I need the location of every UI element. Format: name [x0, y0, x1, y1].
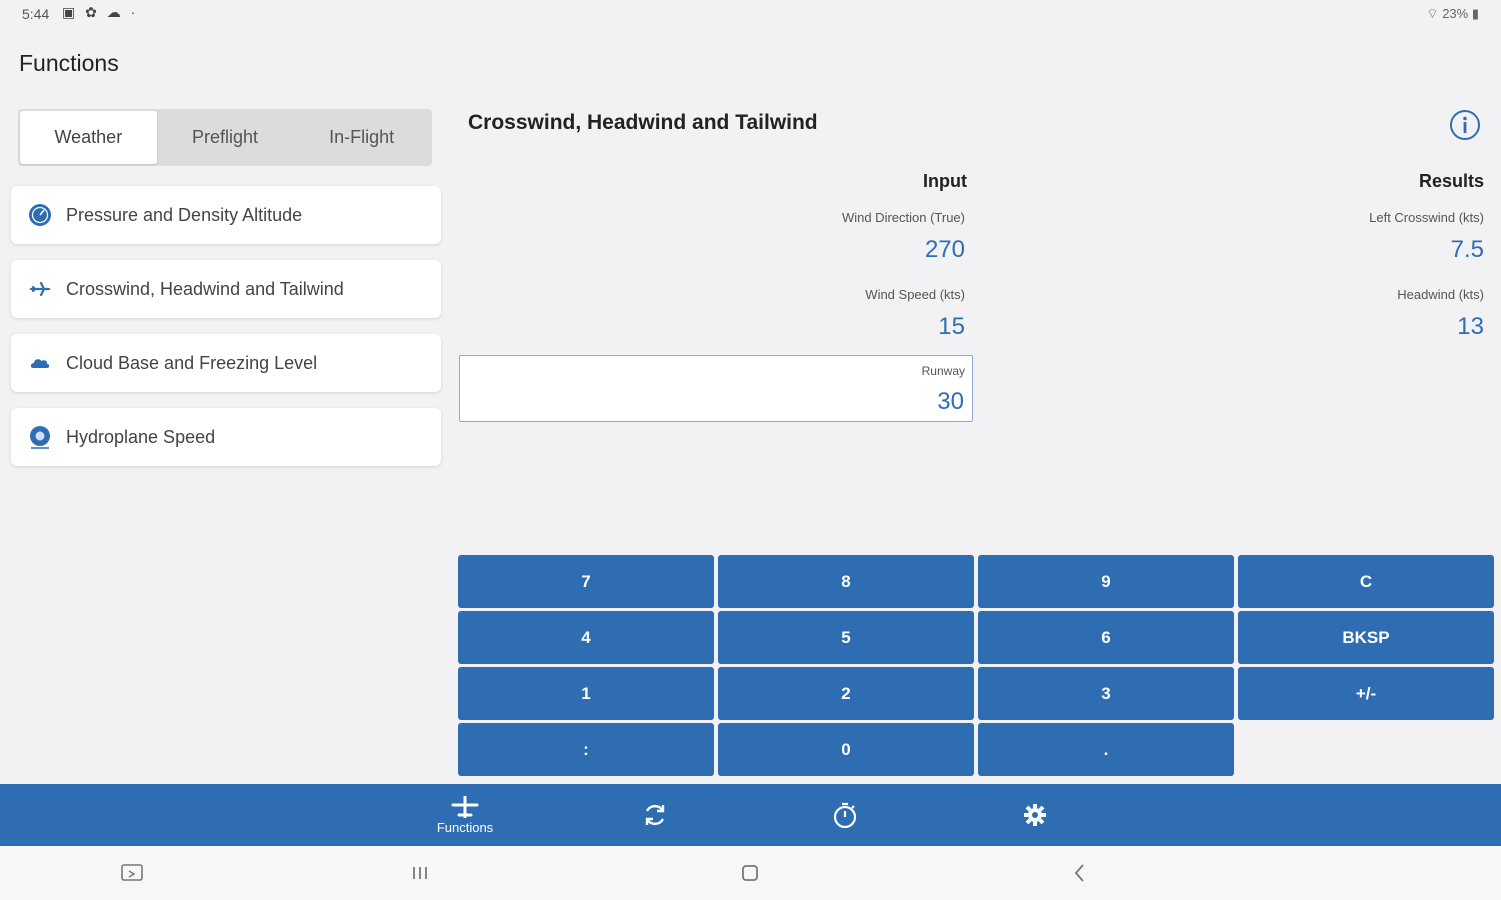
- dot-icon: ·: [130, 4, 139, 20]
- wifi-icon: ⌔: [1426, 6, 1439, 21]
- home-icon: [742, 865, 758, 881]
- key-decimal[interactable]: .: [978, 723, 1234, 776]
- wind-direction-value[interactable]: 270: [925, 236, 965, 264]
- key-2[interactable]: 2: [718, 667, 974, 720]
- nav-sync[interactable]: [615, 784, 695, 846]
- function-item-label: Crosswind, Headwind and Tailwind: [66, 278, 344, 299]
- runway-label: Runway: [921, 364, 965, 378]
- key-colon[interactable]: :: [458, 723, 714, 776]
- info-button[interactable]: [1449, 109, 1481, 141]
- nav-settings[interactable]: [995, 784, 1075, 846]
- key-4[interactable]: 4: [458, 611, 714, 664]
- gear-icon: ✿: [85, 4, 100, 20]
- key-5[interactable]: 5: [718, 611, 974, 664]
- airplane-icon: [27, 276, 53, 302]
- key-6[interactable]: 6: [978, 611, 1234, 664]
- key-7[interactable]: 7: [458, 555, 714, 608]
- back-button[interactable]: [1066, 860, 1094, 886]
- function-item-label: Pressure and Density Altitude: [66, 204, 303, 225]
- gauge-icon: [27, 202, 53, 228]
- wind-direction-label: Wind Direction (True): [841, 210, 965, 225]
- function-item-cloud-base[interactable]: Cloud Base and Freezing Level: [11, 334, 441, 392]
- key-8[interactable]: 8: [718, 555, 974, 608]
- key-3[interactable]: 3: [978, 667, 1234, 720]
- recent-apps-button[interactable]: [406, 860, 434, 886]
- timer-icon: [833, 802, 857, 829]
- keypad: 7 8 9 C 4 5 6 BKSP 1 2 3 +/- : 0 .: [458, 555, 1494, 777]
- system-navigation-bar: [0, 846, 1501, 900]
- tab-weather[interactable]: Weather: [20, 111, 157, 164]
- refresh-icon: [645, 804, 665, 826]
- gear-icon: [1024, 804, 1046, 826]
- category-tabs: Weather Preflight In-Flight: [18, 109, 432, 166]
- calculator-title: Crosswind, Headwind and Tailwind: [468, 111, 818, 134]
- cloud-icon: [27, 350, 53, 376]
- status-time: 5:44: [22, 6, 50, 22]
- crosswind-label: Left Crosswind (kts): [1369, 210, 1484, 225]
- home-button[interactable]: [736, 860, 764, 886]
- screenshot-button[interactable]: [118, 860, 146, 886]
- nav-functions[interactable]: Functions: [425, 784, 505, 846]
- gallery-icon: ▣: [62, 4, 79, 20]
- recent-apps-icon: [413, 867, 427, 879]
- function-item-pressure-density-altitude[interactable]: Pressure and Density Altitude: [11, 186, 441, 244]
- wind-speed-value[interactable]: 15: [938, 313, 965, 341]
- tab-preflight[interactable]: Preflight: [157, 111, 294, 164]
- battery-level: 23%: [1442, 6, 1469, 21]
- key-backspace[interactable]: BKSP: [1238, 611, 1494, 664]
- battery-icon: ▮: [1471, 6, 1479, 21]
- status-icons: ▣ ✿ ☁ ·: [62, 4, 138, 21]
- key-9[interactable]: 9: [978, 555, 1234, 608]
- tab-in-flight[interactable]: In-Flight: [293, 111, 430, 164]
- nav-functions-label: Functions: [436, 819, 494, 835]
- function-item-label: Hydroplane Speed: [66, 426, 216, 447]
- info-icon: [1450, 110, 1480, 140]
- headwind-value: 13: [1457, 313, 1484, 340]
- wheel-icon: [27, 424, 53, 450]
- status-bar: 5:44 ▣ ✿ ☁ · ⌔ 23% ▮: [0, 0, 1501, 30]
- results-heading: Results: [1418, 171, 1484, 191]
- status-right: ⌔ 23% ▮: [1426, 6, 1479, 22]
- key-1[interactable]: 1: [458, 667, 714, 720]
- wind-speed-label: Wind Speed (kts): [865, 287, 965, 302]
- key-plus-minus[interactable]: +/-: [1238, 667, 1494, 720]
- key-0[interactable]: 0: [718, 723, 974, 776]
- function-item-crosswind[interactable]: Crosswind, Headwind and Tailwind: [11, 260, 441, 318]
- runway-field[interactable]: Runway 30: [459, 355, 973, 422]
- input-heading: Input: [923, 171, 967, 191]
- cloud-icon: ☁: [106, 4, 124, 20]
- key-clear[interactable]: C: [1238, 555, 1494, 608]
- crosswind-value: 7.5: [1450, 236, 1484, 263]
- page-title: Functions: [19, 50, 119, 76]
- chevron-left-icon: [1074, 864, 1084, 882]
- bottom-navigation: Functions: [0, 784, 1501, 846]
- airplane-icon: [451, 795, 479, 818]
- screenshot-icon: [121, 864, 143, 881]
- nav-timer[interactable]: [805, 784, 885, 846]
- headwind-label: Headwind (kts): [1397, 287, 1484, 302]
- runway-value: 30: [937, 388, 964, 415]
- function-list: Pressure and Density Altitude Crosswind,…: [11, 186, 441, 482]
- function-item-hydroplane-speed[interactable]: Hydroplane Speed: [11, 408, 441, 466]
- function-item-label: Cloud Base and Freezing Level: [66, 352, 318, 373]
